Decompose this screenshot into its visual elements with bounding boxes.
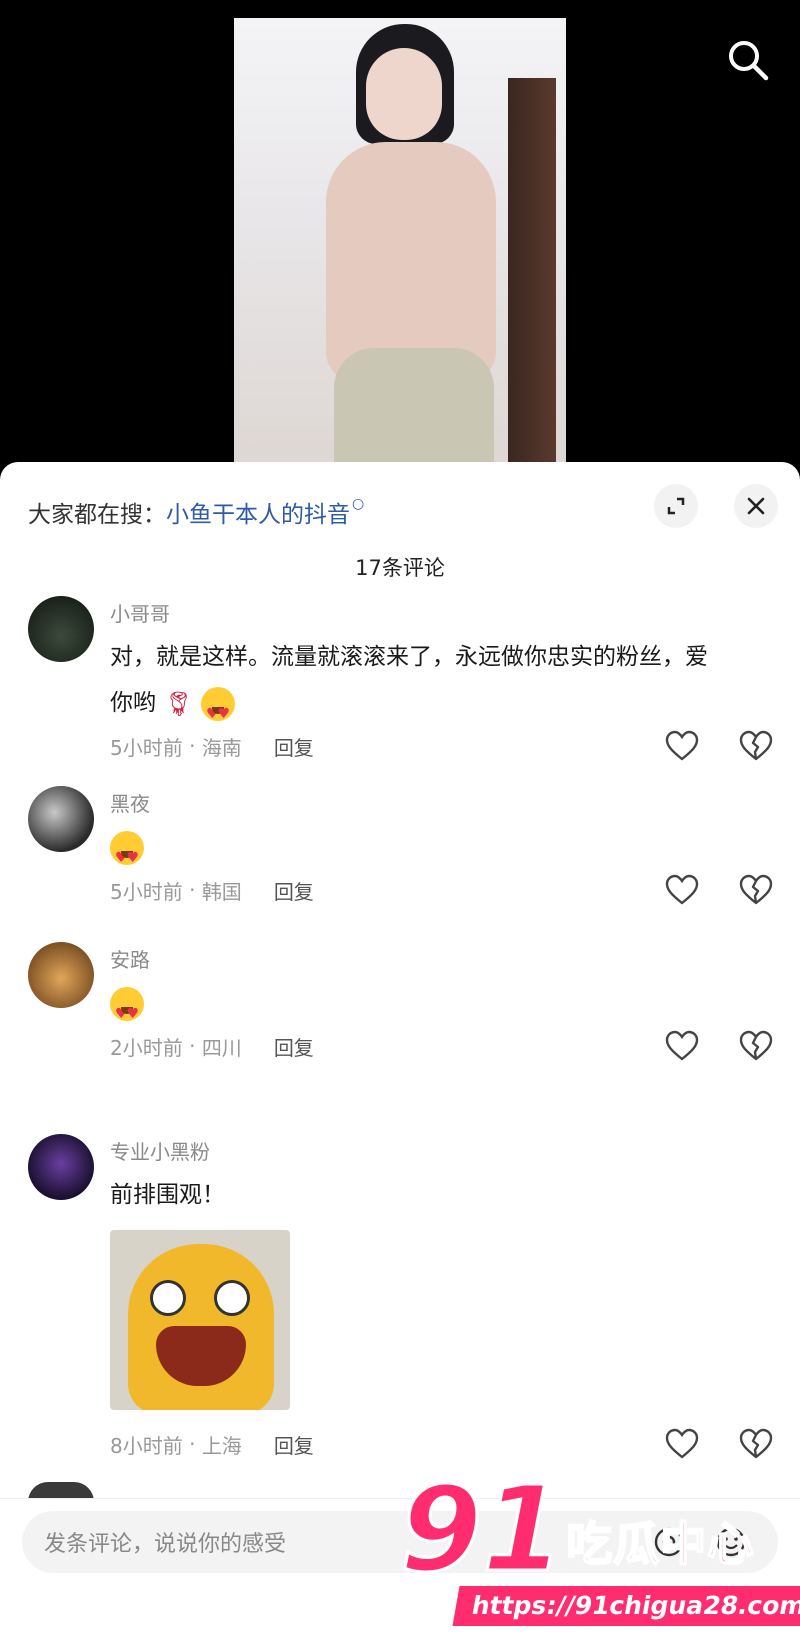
comment-username[interactable]: 安路 xyxy=(110,944,150,973)
comment-meta: 8小时前 · 上海 回复 xyxy=(110,1426,314,1462)
meta-dot: · xyxy=(182,878,202,902)
meta-dot: · xyxy=(182,1034,202,1058)
watermark-url: https://91chigua28.com xyxy=(452,1586,800,1626)
trending-search-prefix: 大家都在搜： xyxy=(28,502,166,528)
avatar[interactable] xyxy=(28,1134,94,1200)
watermark-logo: 91 吃瓜中心 xyxy=(398,1460,755,1598)
watermark-text: 吃瓜中心 xyxy=(565,1516,755,1572)
like-heart-icon[interactable] xyxy=(664,1028,700,1064)
dislike-broken-heart-icon[interactable] xyxy=(738,872,774,908)
comment-location: 海南 xyxy=(201,735,242,760)
trending-search-keyword[interactable]: 小鱼干本人的抖音 xyxy=(166,495,350,529)
comment-text xyxy=(110,824,730,881)
sticker-eye xyxy=(214,1280,250,1316)
like-heart-icon[interactable] xyxy=(664,728,700,764)
comment-input-placeholder: 发条评论，说说你的感受 xyxy=(44,1532,287,1557)
comment-sticker-image[interactable] xyxy=(110,1230,290,1410)
heart-eyes-emoji-icon xyxy=(201,686,236,737)
comment-text: 对，就是这样。流量就滚滚来了，永远做你忠实的粉丝，爱你哟 🌹︎ xyxy=(110,634,730,737)
dislike-broken-heart-icon[interactable] xyxy=(738,1028,774,1064)
comment-text xyxy=(110,980,730,1037)
comment-username[interactable]: 专业小黑粉 xyxy=(110,1136,210,1165)
avatar[interactable] xyxy=(28,786,94,852)
heart-eyes-emoji-icon xyxy=(110,830,144,881)
comment-time: 5小时前 xyxy=(110,879,183,904)
comment-text-body: 对，就是这样。流量就滚滚来了，永远做你忠实的粉丝，爱你哟 xyxy=(110,644,708,716)
video-frame xyxy=(234,18,566,480)
comment-location: 上海 xyxy=(201,1433,242,1458)
like-heart-icon[interactable] xyxy=(664,1426,700,1462)
reply-button[interactable]: 回复 xyxy=(274,732,314,761)
comment-meta: 5小时前 · 韩国 回复 xyxy=(110,872,314,908)
meta-dot: · xyxy=(182,1432,202,1456)
meta-dot: · xyxy=(182,734,202,758)
comment-time: 2小时前 xyxy=(110,1035,183,1060)
comment-location: 四川 xyxy=(201,1035,242,1060)
rose-emoji-icon: 🌹︎ xyxy=(163,689,194,718)
video-player[interactable] xyxy=(0,0,800,480)
expand-icon xyxy=(667,497,685,515)
search-small-icon: ○ xyxy=(352,496,365,512)
dislike-broken-heart-icon[interactable] xyxy=(738,728,774,764)
comment-username[interactable]: 小哥哥 xyxy=(110,598,170,627)
close-icon xyxy=(747,497,765,515)
close-button[interactable] xyxy=(734,484,778,528)
pants xyxy=(334,348,494,480)
reply-button[interactable]: 回复 xyxy=(274,876,314,905)
heart-eyes-emoji-icon xyxy=(110,986,144,1037)
sticker-eye xyxy=(150,1280,186,1316)
top xyxy=(326,142,496,382)
search-icon[interactable] xyxy=(724,36,772,84)
trending-search[interactable]: 大家都在搜： 小鱼干本人的抖音 ○ xyxy=(28,492,364,532)
comment-location: 韩国 xyxy=(201,879,242,904)
like-heart-icon[interactable] xyxy=(664,872,700,908)
dislike-broken-heart-icon[interactable] xyxy=(738,1426,774,1462)
expand-button[interactable] xyxy=(654,484,698,528)
comment-username[interactable]: 黑夜 xyxy=(110,788,150,817)
comment-text: 前排围观！ xyxy=(110,1182,225,1208)
comment-meta: 2小时前 · 四川 回复 xyxy=(110,1028,314,1064)
site-watermark: 91 吃瓜中心 https://91chigua28.com xyxy=(398,1460,800,1634)
comment-meta: 5小时前 · 海南 回复 xyxy=(110,728,314,764)
door xyxy=(508,78,556,480)
watermark-number: 91 xyxy=(398,1460,565,1598)
avatar[interactable] xyxy=(28,942,94,1008)
face xyxy=(366,48,442,140)
reply-button[interactable]: 回复 xyxy=(274,1430,314,1459)
reply-button[interactable]: 回复 xyxy=(274,1032,314,1061)
comment-count-title: 17条评论 xyxy=(355,556,445,580)
comment-time: 5小时前 xyxy=(110,735,183,760)
avatar[interactable] xyxy=(28,596,94,662)
comment-time: 8小时前 xyxy=(110,1433,183,1458)
